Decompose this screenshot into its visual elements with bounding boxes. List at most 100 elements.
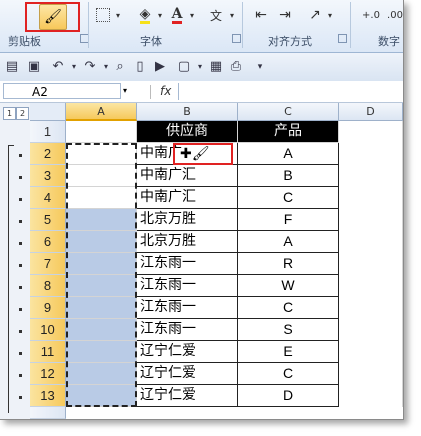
cell-a3[interactable] xyxy=(66,165,137,187)
increase-indent-button[interactable]: ⇥ xyxy=(274,4,296,26)
insert-function-button[interactable]: fx xyxy=(160,84,171,98)
row-header[interactable]: 2 xyxy=(30,143,66,165)
outline-dot xyxy=(19,154,22,157)
row-header[interactable]: 5 xyxy=(30,209,66,231)
open-icon[interactable]: ▶ xyxy=(152,59,168,75)
cell-a5[interactable] xyxy=(66,209,137,231)
row-header[interactable]: 10 xyxy=(30,319,66,341)
table-cell-product[interactable]: W xyxy=(238,275,339,297)
font-color-dropdown-icon[interactable]: ▾ xyxy=(188,8,196,22)
row-header[interactable]: 4 xyxy=(30,187,66,209)
orientation-button[interactable]: ↗ xyxy=(304,4,326,26)
table-cell-supplier[interactable]: 中南广汇 xyxy=(137,165,238,187)
table-cell-product[interactable]: F xyxy=(238,209,339,231)
new-document-icon[interactable]: ▯ xyxy=(132,59,148,75)
table-cell-product[interactable]: C xyxy=(238,187,339,209)
print-icon[interactable]: ⎙ xyxy=(228,59,244,75)
shape-dropdown-icon[interactable]: ▾ xyxy=(192,59,208,75)
font-color-button[interactable]: A xyxy=(166,4,188,26)
fill-color-button[interactable]: ◈ xyxy=(134,4,156,26)
cell-a12[interactable] xyxy=(66,363,137,385)
table-cell-supplier[interactable]: 辽宁仁爱 xyxy=(137,363,238,385)
table-header-product[interactable]: 产品 xyxy=(238,121,339,143)
row-header[interactable]: 1 xyxy=(30,121,66,143)
phonetic-icon: 文 xyxy=(209,8,222,23)
table-cell-supplier[interactable]: 中南广汇 xyxy=(137,187,238,209)
table-cell-product[interactable]: A xyxy=(238,231,339,253)
undo-icon[interactable]: ↶ xyxy=(50,59,66,75)
increase-decimal-button[interactable]: +.0 xyxy=(360,4,382,26)
borders-icon xyxy=(96,8,110,22)
row-header[interactable] xyxy=(30,407,66,419)
table-cell-supplier[interactable]: 辽宁仁爱 xyxy=(137,341,238,363)
cell-a4[interactable] xyxy=(66,187,137,209)
select-all-corner[interactable] xyxy=(30,103,66,121)
table-header-supplier[interactable]: 供应商 xyxy=(137,121,238,143)
table-cell-product[interactable]: D xyxy=(238,385,339,407)
name-box-dropdown-icon[interactable]: ▾ xyxy=(123,86,127,95)
cell-a11[interactable] xyxy=(66,341,137,363)
decrease-decimal-button[interactable]: .00 xyxy=(384,4,403,26)
row-header[interactable]: 11 xyxy=(30,341,66,363)
redo-icon[interactable]: ↷ xyxy=(82,59,98,75)
cell-a1[interactable] xyxy=(66,121,137,143)
paste-special-icon[interactable]: ▤ xyxy=(4,59,20,75)
table-cell-supplier[interactable]: 辽宁仁爱 xyxy=(137,385,238,407)
fill-color-dropdown-icon[interactable]: ▾ xyxy=(156,8,164,22)
row-header[interactable]: 3 xyxy=(30,165,66,187)
table-cell-supplier[interactable]: 江东雨一 xyxy=(137,297,238,319)
row-header[interactable]: 9 xyxy=(30,297,66,319)
cell-a8[interactable] xyxy=(66,275,137,297)
borders-dropdown-icon[interactable]: ▾ xyxy=(114,8,122,22)
table-cell-product[interactable]: C xyxy=(238,363,339,385)
column-header-b[interactable]: B xyxy=(137,103,238,121)
cell-a13[interactable] xyxy=(66,385,137,407)
cell-a6[interactable] xyxy=(66,231,137,253)
row-header[interactable]: 13 xyxy=(30,385,66,407)
row-header[interactable]: 8 xyxy=(30,275,66,297)
customize-toolbar-icon[interactable]: ▾ xyxy=(252,59,268,75)
cell-a7[interactable] xyxy=(66,253,137,275)
cell-a10[interactable] xyxy=(66,319,137,341)
column-header-c[interactable]: C xyxy=(238,103,339,121)
group-label-alignment: 对齐方式 xyxy=(268,35,312,48)
table-cell-product[interactable]: C xyxy=(238,297,339,319)
table-cell-supplier[interactable]: 北京万胜 xyxy=(137,231,238,253)
name-box[interactable]: A2 xyxy=(3,83,121,99)
row-header[interactable]: 6 xyxy=(30,231,66,253)
format-painter-button[interactable]: 🖌 xyxy=(39,4,67,30)
pivot-icon[interactable]: ▦ xyxy=(208,59,224,75)
phonetic-dropdown-icon[interactable]: ▾ xyxy=(228,8,236,22)
column-header-d[interactable]: D xyxy=(339,103,403,121)
row-header[interactable]: 7 xyxy=(30,253,66,275)
outline-level-2-button[interactable]: 2 xyxy=(16,107,29,120)
table-cell-supplier[interactable]: 江东雨一 xyxy=(137,275,238,297)
table-cell-product[interactable]: E xyxy=(238,341,339,363)
formula-input[interactable] xyxy=(182,83,400,100)
shape-icon[interactable]: ▢ xyxy=(176,59,192,75)
undo-dropdown-icon[interactable]: ▾ xyxy=(66,59,82,75)
orientation-dropdown-icon[interactable]: ▾ xyxy=(326,8,334,22)
cell-a2[interactable] xyxy=(66,143,137,165)
table-cell-product[interactable]: R xyxy=(238,253,339,275)
cell-a9[interactable] xyxy=(66,297,137,319)
phonetic-button[interactable]: 文 xyxy=(204,4,228,26)
alignment-launcher-icon[interactable] xyxy=(338,34,347,43)
table-cell-supplier[interactable]: 北京万胜 xyxy=(137,209,238,231)
table-cell-product[interactable]: S xyxy=(238,319,339,341)
table-cell-supplier[interactable]: 江东雨一 xyxy=(137,319,238,341)
column-d-area[interactable] xyxy=(339,121,403,407)
orientation-icon: ↗ xyxy=(309,7,321,23)
font-launcher-icon[interactable] xyxy=(232,34,241,43)
save-icon[interactable]: ▣ xyxy=(26,59,42,75)
borders-button[interactable] xyxy=(92,6,114,24)
outline-level-1-button[interactable]: 1 xyxy=(3,107,16,120)
table-cell-product[interactable]: B xyxy=(238,165,339,187)
print-preview-icon[interactable]: ⌕ xyxy=(112,59,128,75)
column-header-a[interactable]: A xyxy=(66,103,137,121)
table-cell-supplier[interactable]: 江东雨一 xyxy=(137,253,238,275)
decrease-indent-button[interactable]: ⇤ xyxy=(250,4,272,26)
table-cell-product[interactable]: A xyxy=(238,143,339,165)
row-header[interactable]: 12 xyxy=(30,363,66,385)
excel-window: 🖌 剪贴板 ▾ ◈ ▾ A ▾ 文 ▾ 字体 ⇤ ⇥ ↗ ▾ 对齐方式 +.0 … xyxy=(0,0,404,420)
